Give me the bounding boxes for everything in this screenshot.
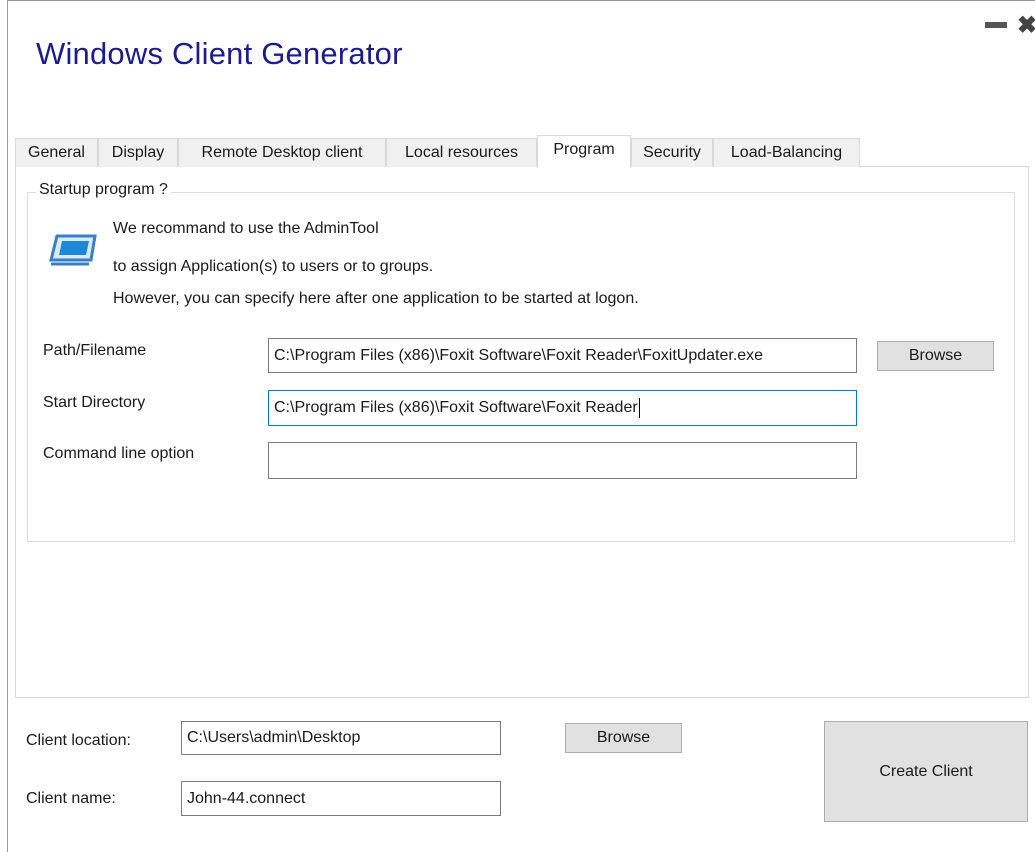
client-name-input[interactable] (181, 781, 501, 816)
command-line-input[interactable] (268, 442, 857, 479)
info-line-1: We recommand to use the AdminTool (113, 220, 379, 237)
path-filename-label: Path/Filename (43, 342, 147, 359)
tab-strip: General Display Remote Desktop client Lo… (15, 135, 915, 168)
admintool-icon (47, 230, 101, 270)
app-title: Windows Client Generator (36, 36, 403, 71)
info-line-2: to assign Application(s) to users or to … (113, 258, 434, 275)
path-filename-input[interactable] (268, 338, 857, 373)
tab-local-resources[interactable]: Local resources (386, 138, 537, 167)
create-client-button[interactable]: Create Client (824, 721, 1028, 822)
client-name-label: Client name: (26, 790, 116, 807)
tab-label: Remote Desktop client (201, 144, 363, 161)
tab-display[interactable]: Display (98, 138, 178, 167)
command-line-label: Command line option (43, 445, 195, 462)
client-location-label: Client location: (26, 732, 131, 749)
tab-remote-desktop-client[interactable]: Remote Desktop client (178, 138, 386, 167)
start-directory-label: Start Directory (43, 394, 146, 411)
tab-label: Security (643, 144, 701, 161)
tab-load-balancing[interactable]: Load-Balancing (713, 138, 860, 167)
tab-security[interactable]: Security (631, 138, 713, 167)
tab-label: Local resources (405, 144, 518, 161)
minimize-icon[interactable] (985, 22, 1007, 28)
group-title: Startup program ? (36, 181, 171, 199)
tab-label: General (28, 144, 85, 161)
text-caret (638, 397, 640, 418)
start-directory-input[interactable]: C:\Program Files (x86)\Foxit Software\Fo… (268, 390, 857, 426)
tab-program[interactable]: Program (537, 135, 631, 168)
info-line-3: However, you can specify here after one … (113, 290, 639, 307)
start-directory-value: C:\Program Files (x86)\Foxit Software\Fo… (274, 399, 638, 416)
tab-label: Load-Balancing (730, 144, 843, 161)
client-location-input[interactable] (181, 721, 501, 755)
tab-label: Program (553, 141, 615, 158)
client-location-browse-button[interactable]: Browse (565, 723, 682, 753)
window-left-border (7, 0, 8, 852)
path-browse-button[interactable]: Browse (877, 341, 994, 371)
tab-general[interactable]: General (15, 138, 98, 167)
close-icon[interactable]: ✖ (1017, 14, 1035, 38)
window-top-border (7, 0, 1035, 1)
tab-label: Display (111, 144, 165, 161)
